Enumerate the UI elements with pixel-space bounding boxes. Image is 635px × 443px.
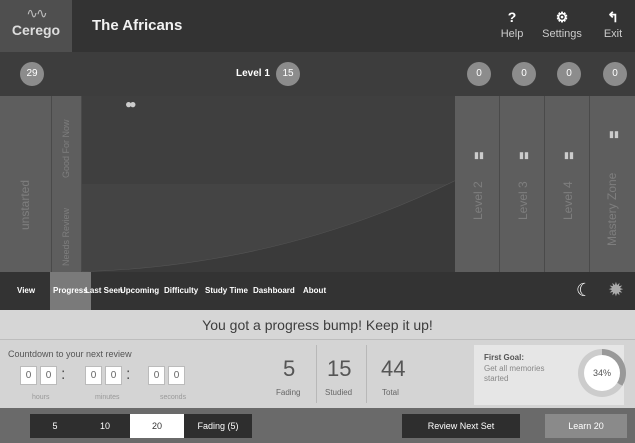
level-4-count-badge: 0 [557, 62, 581, 86]
settings-button[interactable]: ⚙ Settings [537, 6, 587, 48]
seconds-unit: seconds [160, 394, 187, 401]
level-1-count-badge: 15 [276, 62, 300, 86]
tab-dashboard[interactable]: Dashboard [250, 272, 298, 310]
exit-button[interactable]: ↰ Exit [588, 6, 635, 48]
mastery-zone-label: Mastery Zone [605, 172, 619, 246]
help-button[interactable]: ? Help [487, 6, 537, 48]
settings-label: Settings [542, 28, 582, 40]
review-next-set-button[interactable]: Review Next Set [402, 414, 520, 438]
tab-study-time[interactable]: Study Time [202, 272, 251, 310]
needs-review-label: Needs Review [61, 207, 71, 266]
progress-bump-banner: You got a progress bump! Keep it up! [0, 310, 635, 340]
unstarted-label: unstarted [18, 179, 32, 230]
countdown-label: Countdown to your next review [8, 349, 132, 359]
cerego-logo[interactable]: ∿∿ Cerego [0, 0, 72, 52]
memory-dots: ●● [125, 97, 136, 111]
level-1-label: Level 1 [236, 68, 270, 79]
level-2-column[interactable]: ▮▮ Level 2 [455, 96, 500, 272]
total-label: Total [382, 388, 399, 397]
good-for-now-label: Good For Now [61, 119, 71, 178]
gear-badge-icon[interactable]: ✹ [608, 279, 624, 302]
level-1-graph [82, 96, 455, 272]
set-title: The Africans [92, 17, 183, 34]
minutes-digit-1: 0 [85, 366, 102, 385]
hours-unit: hours [32, 394, 50, 401]
minutes-digit-2: 0 [105, 366, 122, 385]
level-3-label: Level 3 [516, 181, 530, 220]
hours-digit-1: 0 [20, 366, 37, 385]
seconds-digit-2: 0 [168, 366, 185, 385]
unstarted-column[interactable]: unstarted [0, 96, 52, 272]
level-4-column[interactable]: ▮▮ Level 4 [545, 96, 590, 272]
tab-difficulty[interactable]: Difficulty [161, 272, 201, 310]
help-icon: ? [507, 9, 517, 25]
unstarted-count-badge: 29 [20, 62, 44, 86]
level-bar [0, 52, 635, 96]
fading-curve-chart [82, 180, 455, 272]
studied-count: 15 [327, 356, 352, 381]
tab-about[interactable]: About [300, 272, 329, 310]
colon-separator: : [61, 366, 66, 383]
goal-title: First Goal: [484, 353, 525, 362]
tab-upcoming[interactable]: Upcoming [117, 272, 162, 310]
learn-button[interactable]: Learn 20 [545, 414, 627, 438]
help-label: Help [500, 28, 524, 40]
night-mode-moon-icon[interactable]: ☾ [576, 280, 592, 301]
level-3-column[interactable]: ▮▮ Level 3 [500, 96, 545, 272]
goal-description: Get all memories started [484, 364, 545, 383]
settings-icon: ⚙ [555, 9, 569, 25]
seconds-digit-1: 0 [148, 366, 165, 385]
goal-percent: 34% [584, 355, 620, 391]
needs-review-column[interactable]: Needs Review [52, 188, 82, 272]
fading-filter-button[interactable]: Fading (5) [184, 414, 252, 438]
divider [316, 345, 317, 403]
mastery-count-badge: 0 [603, 62, 627, 86]
logo-wave-icon: ∿∿ [26, 5, 47, 21]
minutes-unit: minutes [95, 394, 120, 401]
level-3-count-badge: 0 [512, 62, 536, 86]
level-2-count-badge: 0 [467, 62, 491, 86]
level-4-label: Level 4 [561, 181, 575, 220]
mastery-memory-icon: ▮▮ [609, 129, 619, 139]
review-count-10-button[interactable]: 10 [80, 414, 130, 438]
review-count-20-button[interactable]: 20 [130, 414, 184, 438]
level-2-label: Level 2 [471, 181, 485, 220]
divider [366, 345, 367, 403]
level-2-memory-icon: ▮▮ [474, 150, 484, 160]
total-count: 44 [381, 356, 406, 381]
mastery-zone-column[interactable]: ▮▮ Mastery Zone [590, 96, 635, 272]
fading-count: 5 [283, 356, 296, 381]
logo-text: Cerego [11, 22, 61, 38]
fading-label: Fading [276, 388, 301, 397]
good-for-now-column[interactable]: Good For Now [52, 96, 82, 188]
studied-label: Studied [325, 388, 353, 397]
review-count-5-button[interactable]: 5 [30, 414, 80, 438]
exit-label: Exit [603, 28, 623, 40]
hours-digit-2: 0 [40, 366, 57, 385]
level-3-memory-icon: ▮▮ [519, 150, 529, 160]
level-4-memory-icon: ▮▮ [564, 150, 574, 160]
view-label: View [17, 286, 36, 295]
colon-separator: : [126, 366, 131, 383]
exit-arrow-icon: ↰ [607, 9, 619, 25]
